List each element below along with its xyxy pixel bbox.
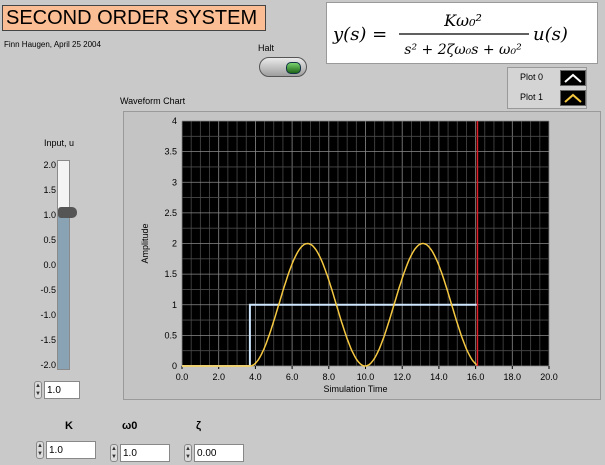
plot1-swatch-icon: [560, 90, 586, 106]
slider-tick-label: -1.5: [40, 335, 56, 345]
legend-item-plot0[interactable]: Plot 0: [508, 68, 588, 88]
k-increment-icon[interactable]: ▲ ▼: [36, 441, 44, 459]
x-tick-label: 20.0: [540, 372, 558, 382]
y-axis-label: Amplitude: [140, 223, 150, 263]
param-label-zeta: ζ: [196, 420, 202, 432]
input-slider-scale: 2.0 1.5 1.0 0.5 0.0 -0.5 -1.0 -1.5 -2.0: [6, 160, 56, 370]
y-tick-label: 4: [172, 116, 177, 126]
slider-tick-label: 2.0: [43, 160, 56, 170]
plot0-swatch-icon: [560, 70, 586, 86]
input-value-field[interactable]: [44, 381, 80, 399]
plot-legend: Plot 0 Plot 1: [507, 67, 587, 109]
x-tick-label: 8.0: [323, 372, 336, 382]
halt-button[interactable]: [259, 57, 307, 77]
y-tick-label: 3: [172, 177, 177, 187]
slider-tick-label: 1.0: [43, 210, 56, 220]
y-tick-label: 0: [172, 361, 177, 371]
x-tick-label: 4.0: [249, 372, 262, 382]
input-label: Input, u: [44, 138, 75, 148]
x-tick-label: 18.0: [504, 372, 522, 382]
x-tick-label: 12.0: [393, 372, 411, 382]
author-credit: Finn Haugen, April 25 2004: [4, 40, 101, 49]
param-label-omega0: ω0: [122, 420, 138, 432]
equation-lhs: y(s) =: [332, 24, 387, 45]
legend-item-plot1[interactable]: Plot 1: [508, 88, 588, 108]
omega0-increment-icon[interactable]: ▲ ▼: [110, 444, 118, 462]
y-tick-label: 2: [172, 239, 177, 249]
waveform-chart: 0.0 2.0 4.0 6.0 8.0 10.0 12.0 14.0 16.0 18.0 20.0 0…: [123, 111, 601, 400]
k-field[interactable]: [46, 441, 96, 459]
x-tick-label: 6.0: [286, 372, 299, 382]
legend-label: Plot 1: [520, 92, 544, 102]
halt-led-icon: [286, 62, 301, 74]
legend-label: Plot 0: [520, 72, 544, 82]
transfer-function-equation: y(s) = Kω₀² s² + 2ζω₀s + ω₀² u(s): [326, 2, 598, 64]
input-slider-thumb[interactable]: [58, 206, 77, 218]
app-title: SECOND ORDER SYSTEM: [2, 5, 266, 31]
y-tick-label: 2.5: [164, 208, 177, 218]
slider-tick-label: -2.0: [40, 360, 56, 370]
y-tick-label: 1.5: [164, 269, 177, 279]
slider-tick-label: 1.5: [43, 185, 56, 195]
chart-title: Waveform Chart: [120, 96, 186, 106]
x-tick-label: 0.0: [176, 372, 189, 382]
param-label-k: K: [65, 420, 73, 432]
x-axis-label: Simulation Time: [323, 384, 387, 394]
omega0-field[interactable]: [120, 444, 170, 462]
y-tick-label: 0.5: [164, 330, 177, 340]
input-increment-icon[interactable]: ▲ ▼: [34, 381, 42, 399]
y-tick-label: 1: [172, 300, 177, 310]
y-tick-label: 3.5: [164, 147, 177, 157]
equation-denominator: s² + 2ζω₀s + ω₀²: [404, 42, 522, 58]
equation-rhs: u(s): [533, 24, 568, 45]
input-slider-fill: [58, 211, 69, 369]
x-tick-label: 14.0: [430, 372, 448, 382]
zeta-field[interactable]: [194, 444, 244, 462]
halt-label: Halt: [258, 43, 275, 53]
chart-svg: 0.0 2.0 4.0 6.0 8.0 10.0 12.0 14.0 16.0 18.0 20.0 0…: [140, 116, 558, 394]
x-tick-label: 10.0: [357, 372, 375, 382]
equation-numerator: Kω₀²: [443, 11, 482, 30]
x-tick-label: 2.0: [212, 372, 225, 382]
slider-tick-label: -0.5: [40, 285, 56, 295]
input-slider-track[interactable]: [57, 160, 70, 370]
slider-tick-label: 0.0: [43, 260, 56, 270]
zeta-increment-icon[interactable]: ▲ ▼: [184, 444, 192, 462]
slider-tick-label: -1.0: [40, 310, 56, 320]
slider-tick-label: 0.5: [43, 235, 56, 245]
x-tick-label: 16.0: [467, 372, 485, 382]
